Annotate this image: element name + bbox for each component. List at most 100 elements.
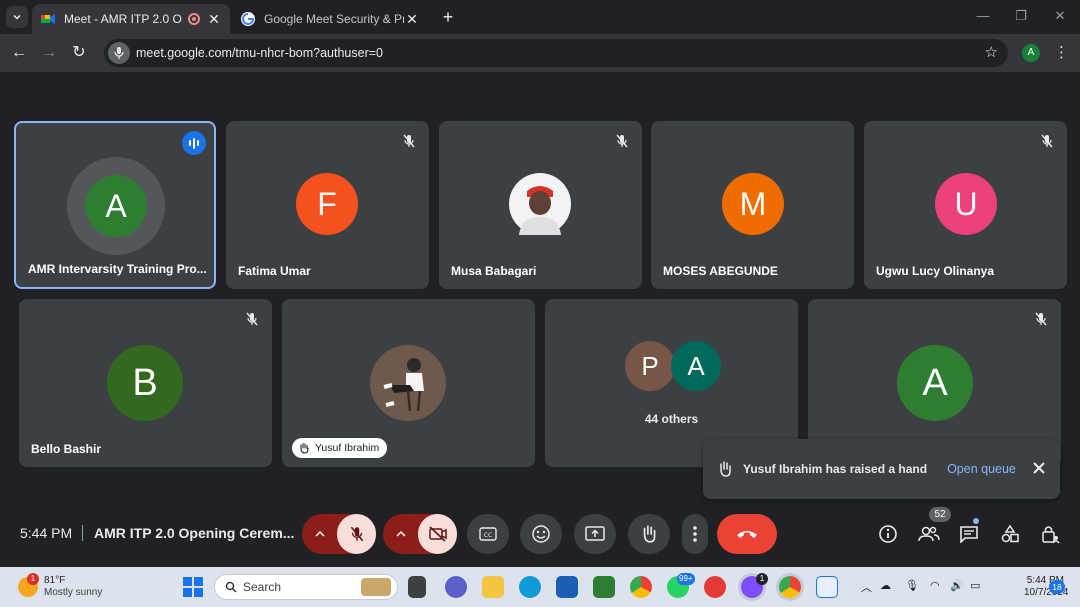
- participant-name: Yusuf Ibrahim: [315, 442, 380, 454]
- meet-favicon-icon: [41, 14, 55, 24]
- tab-meet[interactable]: Meet - AMR ITP 2.0 Opening ✕: [32, 4, 230, 34]
- weather-temp: 81°F: [44, 575, 66, 586]
- chevron-up-icon: [395, 530, 406, 537]
- video-options-button[interactable]: [383, 514, 418, 554]
- sun-icon: 1: [18, 573, 39, 597]
- store-icon[interactable]: [556, 576, 578, 598]
- edge-icon[interactable]: [519, 576, 541, 598]
- bookmark-star-icon[interactable]: ☆: [985, 43, 998, 61]
- snipping-tool-icon[interactable]: [816, 576, 838, 598]
- emoji-icon: [532, 525, 550, 543]
- profile-photo: [370, 345, 446, 421]
- meeting-clock: 5:44 PM: [20, 525, 73, 541]
- chrome-icon[interactable]: [630, 576, 652, 598]
- mic-off-icon: [246, 312, 258, 326]
- close-icon[interactable]: [1030, 459, 1048, 477]
- participant-tile[interactable]: B Bello Bashir: [19, 299, 272, 467]
- meeting-details-button[interactable]: [876, 522, 900, 546]
- microphone-tray-icon[interactable]: 🎙: [905, 579, 919, 592]
- whatsapp-badge: 99+: [677, 573, 695, 585]
- chrome-profile-icon[interactable]: [779, 576, 801, 598]
- search-icon: [225, 581, 237, 593]
- raised-hand-chip: Yusuf Ibrahim: [292, 438, 388, 458]
- url-text: meet.google.com/tmu-nhcr-bom?authuser=0: [136, 46, 384, 60]
- avatar: M: [722, 173, 784, 235]
- profile-photo: [509, 173, 571, 235]
- notification-badge[interactable]: 18: [1049, 580, 1065, 594]
- wifi-icon[interactable]: ◠: [930, 579, 940, 592]
- forward-icon[interactable]: →: [38, 42, 60, 64]
- restore-icon[interactable]: ❐: [1011, 8, 1031, 24]
- mic-off-icon: [350, 526, 363, 542]
- address-bar[interactable]: meet.google.com/tmu-nhcr-bom?authuser=0 …: [104, 39, 1008, 67]
- audio-options-button[interactable]: [302, 514, 337, 554]
- browser-toolbar: ← → ↻ meet.google.com/tmu-nhcr-bom?authu…: [0, 34, 1080, 72]
- avatar: A: [85, 175, 147, 237]
- back-icon[interactable]: ←: [8, 42, 30, 64]
- weather-badge: 1: [27, 573, 39, 585]
- participant-name: MOSES ABEGUNDE: [663, 264, 778, 278]
- host-controls-button[interactable]: [1038, 522, 1062, 546]
- speaking-indicator-icon: [182, 131, 206, 155]
- camera-control-group: [383, 514, 457, 554]
- search-label: Search: [243, 580, 282, 594]
- avatar: U: [935, 173, 997, 235]
- volume-icon[interactable]: 🔊: [950, 579, 964, 592]
- taskbar-search[interactable]: Search: [214, 574, 398, 600]
- google-favicon-icon: [241, 12, 255, 26]
- participant-tile[interactable]: M MOSES ABEGUNDE: [651, 121, 854, 289]
- close-tab-icon[interactable]: ✕: [206, 11, 222, 28]
- file-explorer-icon[interactable]: [482, 576, 504, 598]
- present-button[interactable]: [574, 514, 616, 554]
- activities-button[interactable]: [998, 522, 1022, 546]
- mic-indicator-icon[interactable]: [108, 42, 130, 64]
- start-button[interactable]: [183, 577, 203, 597]
- chevron-up-icon: [314, 530, 325, 537]
- reactions-button[interactable]: [520, 514, 562, 554]
- opera-icon[interactable]: [704, 576, 726, 598]
- chat-button[interactable]: [957, 522, 981, 546]
- tab-security[interactable]: Google Meet Security & Privacy ✕: [232, 4, 428, 34]
- weather-widget[interactable]: 1 81°F Mostly sunny: [18, 573, 102, 599]
- raised-hand-icon: [720, 461, 731, 477]
- participant-tile[interactable]: F Fatima Umar: [226, 121, 429, 289]
- mic-off-icon: [616, 134, 628, 148]
- lock-person-icon: [1042, 526, 1060, 544]
- participant-tile[interactable]: Musa Babagari: [439, 121, 642, 289]
- raise-hand-button[interactable]: [628, 514, 670, 554]
- canva-badge: 1: [756, 573, 768, 585]
- unread-chat-dot: [973, 518, 979, 524]
- teams-icon[interactable]: [445, 576, 467, 598]
- new-tab-icon[interactable]: +: [438, 7, 458, 28]
- people-button[interactable]: [917, 522, 941, 546]
- participant-tile[interactable]: U Ugwu Lucy Olinanya: [864, 121, 1067, 289]
- onedrive-icon[interactable]: ☁: [880, 579, 891, 592]
- excel-icon[interactable]: [593, 576, 615, 598]
- participant-tile[interactable]: Yusuf Ibrahim: [282, 299, 535, 467]
- show-hidden-icons[interactable]: ︿: [861, 579, 872, 595]
- chevron-down-icon: [13, 14, 21, 20]
- info-icon: [879, 525, 897, 543]
- open-queue-link[interactable]: Open queue: [947, 462, 1016, 476]
- close-window-icon[interactable]: ✕: [1050, 8, 1070, 24]
- tab-search-button[interactable]: [6, 6, 28, 28]
- minimize-icon[interactable]: —: [973, 8, 993, 23]
- people-icon: [918, 526, 940, 542]
- participant-tile[interactable]: A AMR Intervarsity Training Pro...: [14, 121, 216, 289]
- profile-avatar[interactable]: A: [1022, 44, 1040, 62]
- battery-icon[interactable]: ▭: [970, 579, 980, 592]
- more-options-button[interactable]: [682, 514, 708, 554]
- browser-menu-icon[interactable]: ⋮: [1054, 43, 1069, 61]
- camera-toggle-button[interactable]: [418, 514, 457, 554]
- captions-button[interactable]: CC: [467, 514, 509, 554]
- avatar: A: [671, 341, 721, 391]
- raised-hand-icon: [643, 525, 656, 543]
- windows-taskbar: 1 81°F Mostly sunny Search 99+ 1 ︿ ☁ 🎙 ◠…: [0, 567, 1080, 607]
- task-view-icon[interactable]: [408, 576, 426, 598]
- raised-hand-icon: [300, 442, 309, 454]
- leave-call-button[interactable]: [717, 514, 777, 554]
- reload-icon[interactable]: ↻: [68, 42, 90, 64]
- participant-name: Bello Bashir: [31, 442, 102, 456]
- mic-toggle-button[interactable]: [337, 514, 376, 554]
- close-tab-icon[interactable]: ✕: [404, 11, 420, 28]
